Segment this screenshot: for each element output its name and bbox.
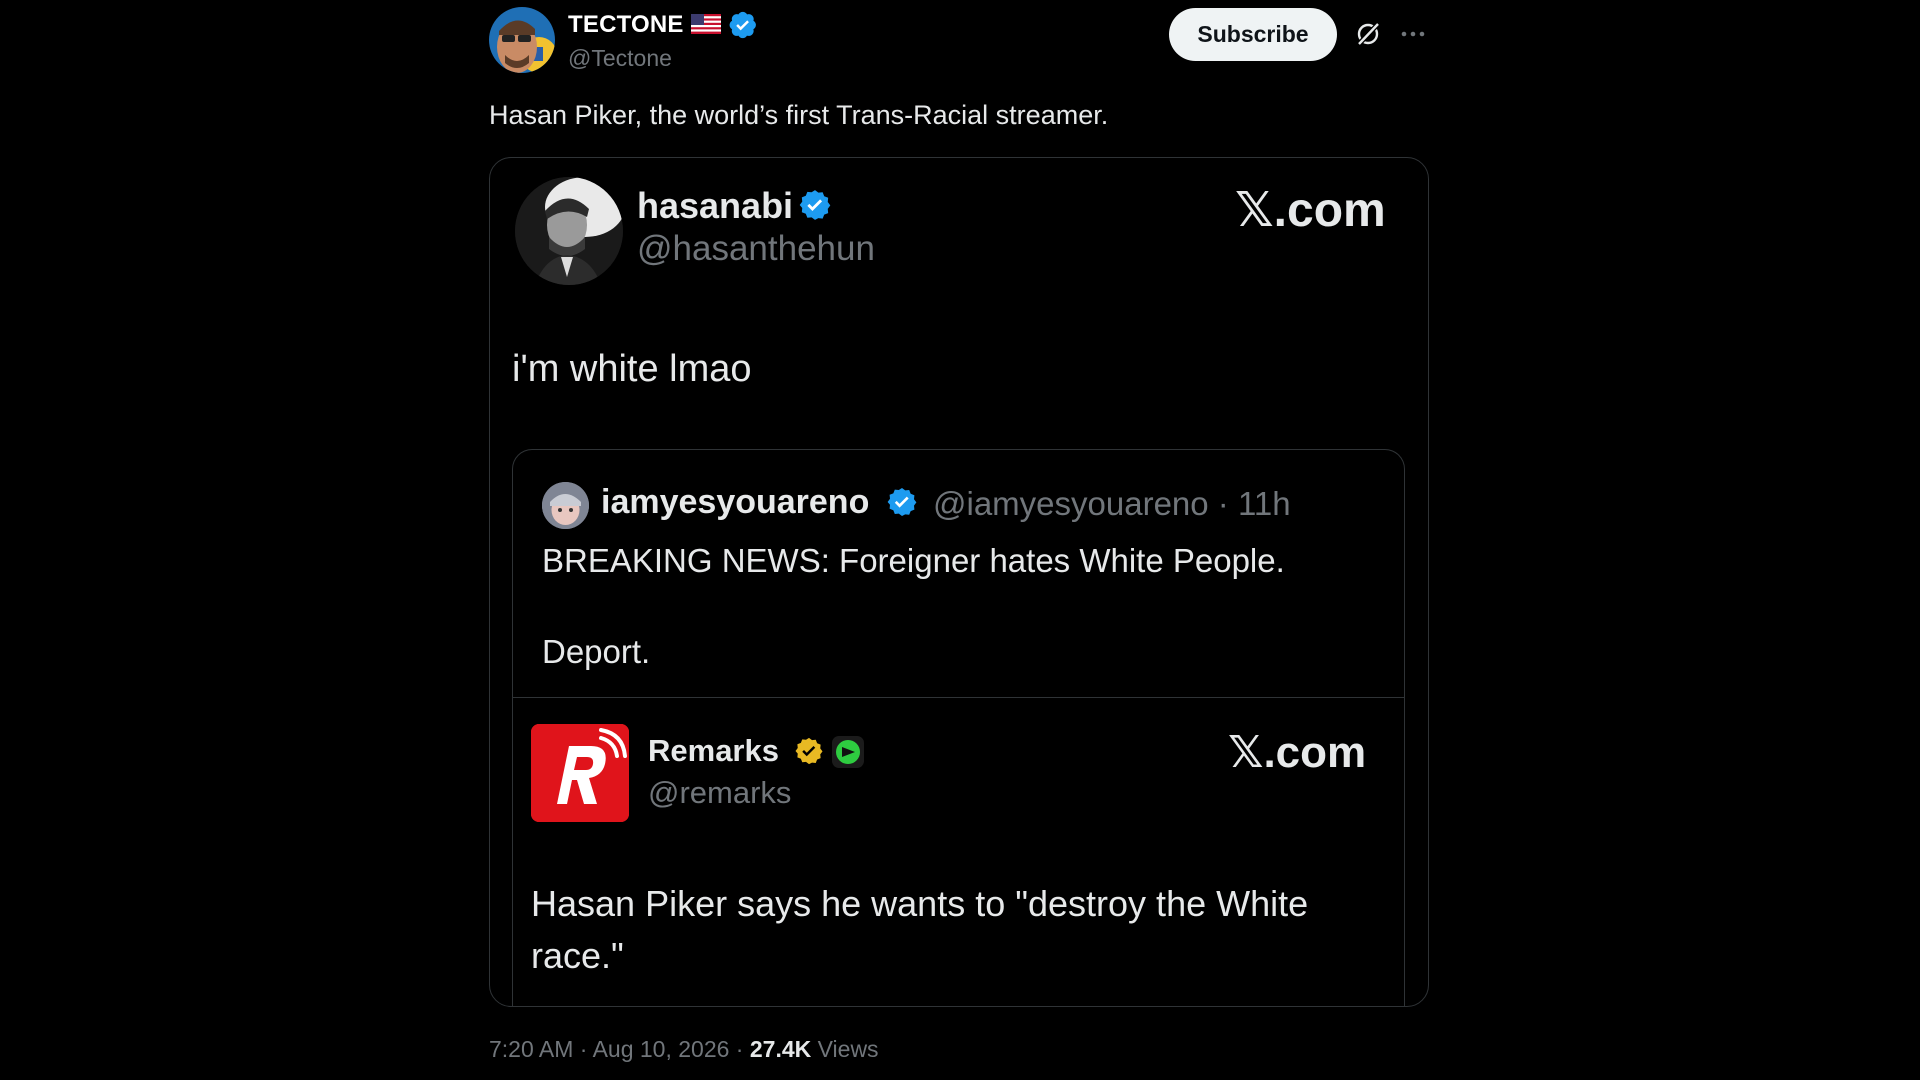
inner-text-line1: BREAKING NEWS: Foreigner hates White Peo… — [542, 542, 1285, 579]
post-time[interactable]: 7:20 AM — [489, 1036, 573, 1062]
quoted-author-name: hasanabi — [637, 185, 794, 226]
grok-icon[interactable] — [1354, 20, 1382, 48]
meta-separator: · — [729, 1036, 750, 1062]
views-count: 27.4K — [749, 1036, 812, 1062]
affiliate-badge-icon — [831, 735, 865, 769]
verified-badge-icon[interactable] — [729, 11, 757, 39]
views-label: Views — [817, 1036, 879, 1062]
meta-separator: · — [573, 1036, 593, 1062]
verified-badge-icon — [886, 486, 918, 518]
inner-author-name: iamyesyouareno — [601, 483, 870, 521]
verified-badge-icon — [798, 188, 832, 222]
post-text: Hasan Piker, the world’s first Trans-Rac… — [489, 100, 1109, 130]
remarks-logo-icon — [531, 724, 629, 822]
inner-author-handle: @iamyesyouareno · 11h — [933, 485, 1291, 522]
us-flag-icon — [691, 14, 721, 34]
post-media-image[interactable]: hasanabi @hasanthehun 𝕏.com i'm white lm… — [489, 157, 1429, 1007]
x-com-logo: 𝕏.com — [1228, 728, 1367, 777]
inner-author-avatar — [542, 482, 589, 529]
quoted-author-handle: @hasanthehun — [637, 229, 875, 268]
author-handle[interactable]: @Tectone — [568, 45, 672, 72]
divider — [513, 697, 1404, 698]
author-display-name[interactable]: TECTONE — [568, 11, 684, 39]
quoted-author-avatar — [515, 177, 623, 285]
post-meta: 7:20 AM · Aug 10, 2026 · 27.4K Views — [489, 1036, 879, 1063]
inner-quote-card: iamyesyouareno @iamyesyouareno · 11h BRE… — [512, 449, 1405, 1006]
remarks-author-name: Remarks — [648, 733, 779, 768]
subscribe-button[interactable]: Subscribe — [1169, 8, 1337, 61]
x-com-logo: 𝕏.com — [1235, 184, 1386, 237]
author-avatar[interactable] — [489, 7, 555, 73]
quoted-text: i'm white lmao — [512, 348, 752, 390]
more-options-icon[interactable] — [1400, 22, 1426, 46]
remarks-text: Hasan Piker says he wants to "destroy th… — [531, 883, 1309, 976]
remarks-author-handle: @remarks — [648, 775, 792, 810]
inner-text-line2: Deport. — [542, 633, 651, 670]
post-date[interactable]: Aug 10, 2026 — [593, 1036, 730, 1062]
gold-verified-badge-icon — [794, 736, 824, 766]
